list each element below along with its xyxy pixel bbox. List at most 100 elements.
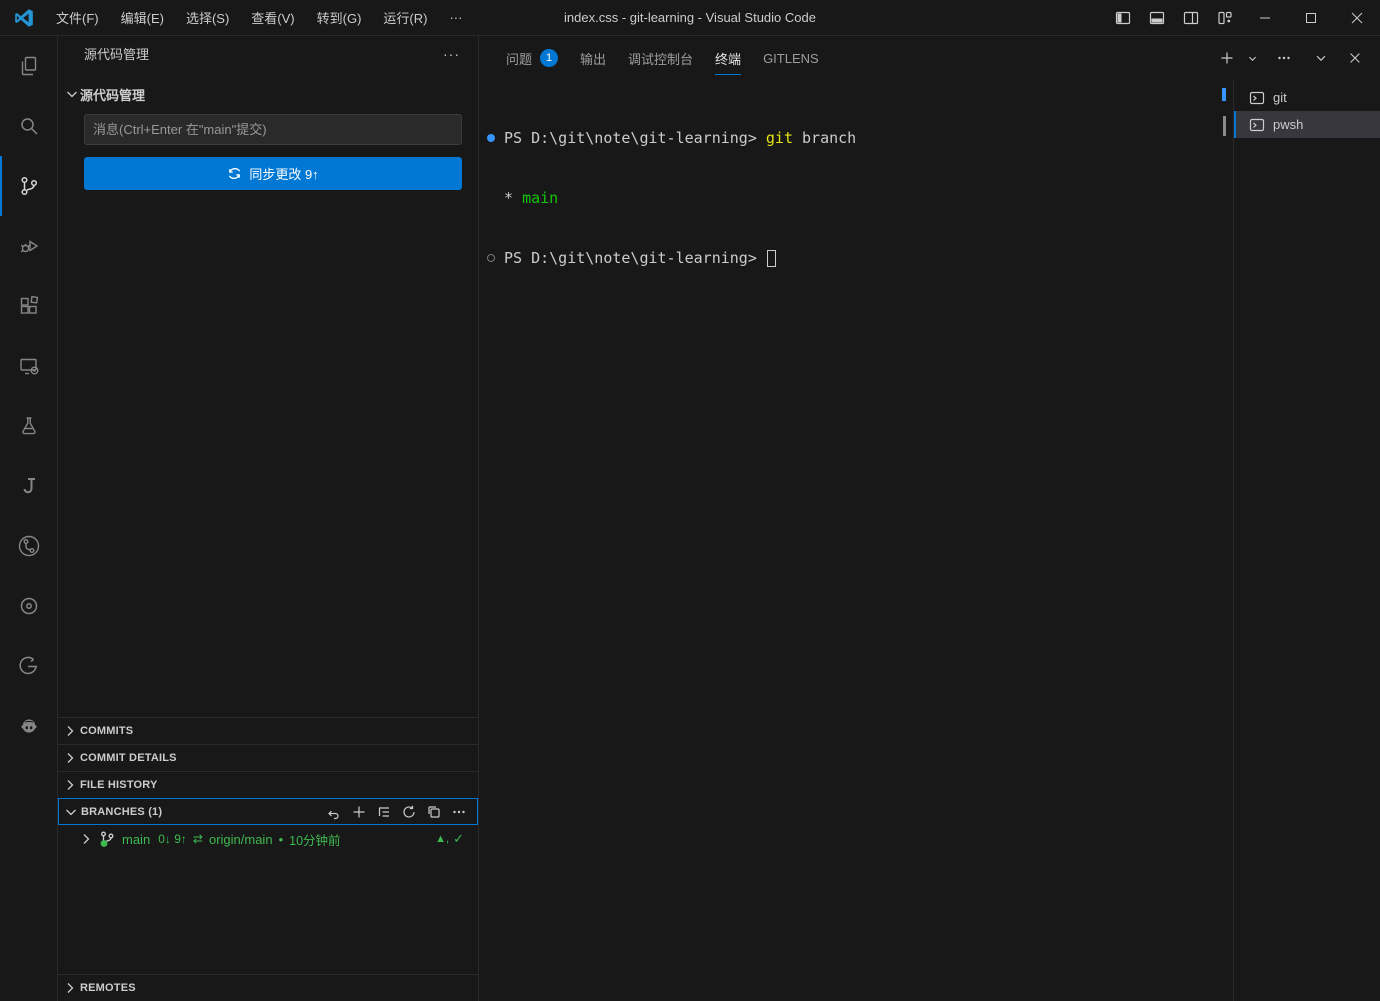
search-icon[interactable] [0, 96, 57, 156]
gitlens-icon[interactable] [0, 516, 57, 576]
switch-branch-icon[interactable] [326, 804, 342, 820]
maximize-button[interactable] [1288, 0, 1334, 36]
section-file-history-label: FILE HISTORY [80, 779, 158, 791]
section-commit-details[interactable]: COMMIT DETAILS [58, 744, 478, 771]
close-panel-icon[interactable] [1344, 46, 1366, 70]
branch-status-check-icon: ✓ [453, 831, 464, 847]
panel-tab-bar: 问题 1 输出 调试控制台 终端 GITLENS [479, 36, 1380, 80]
vscode-logo-icon [13, 7, 35, 29]
toggle-secondary-sidebar-icon[interactable] [1174, 4, 1208, 32]
sync-changes-button[interactable]: 同步更改 9↑ [84, 157, 462, 190]
terminal-item-label: pwsh [1273, 117, 1303, 132]
menu-selection[interactable]: 选择(S) [175, 4, 240, 31]
create-branch-icon[interactable] [351, 804, 367, 820]
terminal-overview-ruler [1219, 80, 1233, 1001]
sidebar-empty-area [58, 190, 478, 717]
title-bar: 文件(F) 编辑(E) 选择(S) 查看(V) 转到(G) 运行(R) ··· … [0, 0, 1380, 36]
chevron-right-icon[interactable] [78, 831, 94, 847]
source-control-icon[interactable] [0, 156, 57, 216]
menu-file[interactable]: 文件(F) [45, 4, 110, 31]
branch-behind-ahead: 0↓ 9↑ [158, 832, 187, 846]
terminal-line-2: * main [504, 188, 558, 208]
section-commits[interactable]: COMMITS [58, 717, 478, 744]
commit-message-input[interactable] [84, 114, 462, 145]
chevron-right-icon [62, 777, 78, 793]
refresh-icon[interactable] [401, 804, 417, 820]
chevron-right-icon [62, 750, 78, 766]
tab-terminal[interactable]: 终端 [715, 36, 741, 81]
chevron-down-icon [63, 804, 79, 820]
terminal-output[interactable]: PS D:\git\note\git-learning> git branch … [479, 80, 1219, 1001]
sync-button-label: 同步更改 9↑ [249, 164, 318, 183]
tab-problems[interactable]: 问题 1 [506, 36, 558, 81]
terminal-icon [1249, 117, 1265, 133]
branch-name: main [122, 832, 150, 847]
customize-layout-icon[interactable] [1208, 4, 1242, 32]
section-remotes-label: REMOTES [80, 982, 136, 994]
command-prompt-ring-icon [487, 254, 495, 262]
panel-actions [1215, 46, 1380, 70]
activity-bar [0, 36, 58, 1001]
menu-goto[interactable]: 转到(G) [306, 4, 373, 31]
terminal-instance-list: git pwsh [1233, 80, 1380, 1001]
chevron-right-icon [62, 980, 78, 996]
sidebar-view-title: 源代码管理 [84, 44, 149, 63]
problems-count-badge: 1 [540, 49, 558, 67]
sidebar-source-control: 源代码管理 ··· 源代码管理 同步更改 9↑ [58, 36, 479, 1001]
terminal-cursor [767, 250, 776, 267]
tab-gitlens[interactable]: GITLENS [763, 38, 819, 79]
tab-problems-label: 问题 [506, 49, 532, 68]
tab-debug-console[interactable]: 调试控制台 [628, 36, 693, 81]
new-terminal-icon[interactable] [1215, 46, 1239, 70]
ai-assistant-icon[interactable] [0, 696, 57, 756]
extensions-icon[interactable] [0, 276, 57, 336]
explorer-icon[interactable] [0, 36, 57, 96]
section-branches[interactable]: BRANCHES (1) [58, 798, 478, 825]
gitlens-inspect-icon[interactable] [0, 576, 57, 636]
menu-edit[interactable]: 编辑(E) [110, 4, 175, 31]
vscode-window: 文件(F) 编辑(E) 选择(S) 查看(V) 转到(G) 运行(R) ··· … [0, 0, 1380, 1001]
more-actions-icon[interactable] [451, 804, 467, 820]
minimize-button[interactable] [1242, 0, 1288, 36]
remote-explorer-icon[interactable] [0, 336, 57, 396]
panel-more-actions-icon[interactable] [1272, 46, 1296, 70]
launch-profile-chevron-icon[interactable] [1243, 46, 1262, 70]
section-remotes[interactable]: REMOTES [58, 974, 478, 1001]
branch-status-triangle-icon: ▲, [435, 833, 449, 845]
chevron-down-icon [64, 86, 80, 102]
hide-panel-chevron-icon[interactable] [1310, 46, 1332, 70]
overview-scroll-mark[interactable] [1223, 116, 1226, 136]
chevron-right-icon [62, 723, 78, 739]
testing-icon[interactable] [0, 396, 57, 456]
git-branch-icon [98, 830, 116, 848]
terminal-line-3: PS D:\git\note\git-learning> [504, 248, 766, 268]
command-success-dot-icon [487, 134, 495, 142]
run-debug-icon[interactable] [0, 216, 57, 276]
terminal-item-label: git [1273, 90, 1287, 105]
toggle-panel-icon[interactable] [1140, 4, 1174, 32]
close-window-button[interactable] [1334, 0, 1380, 36]
toggle-sidebar-icon[interactable] [1106, 4, 1140, 32]
branch-row-main[interactable]: main 0↓ 9↑ ⇄ origin/main • 10分钟前 ▲, ✓ [58, 825, 478, 853]
scm-section-header[interactable]: 源代码管理 [58, 83, 478, 105]
section-file-history[interactable]: FILE HISTORY [58, 771, 478, 798]
menu-view[interactable]: 查看(V) [240, 4, 305, 31]
branch-sync-icon: ⇄ [193, 832, 203, 846]
j-extension-icon[interactable] [0, 456, 57, 516]
section-commit-details-label: COMMIT DETAILS [80, 752, 177, 764]
terminal-item-pwsh[interactable]: pwsh [1234, 111, 1380, 138]
tab-output[interactable]: 输出 [580, 36, 606, 81]
menu-more[interactable]: ··· [438, 6, 473, 29]
branch-time: 10分钟前 [289, 830, 340, 849]
terminal-line-1: PS D:\git\note\git-learning> git branch [504, 128, 856, 148]
menu-run[interactable]: 运行(R) [372, 4, 438, 31]
branch-separator: • [279, 832, 284, 847]
branches-section-body [58, 853, 478, 974]
expand-all-icon[interactable] [426, 804, 442, 820]
g-arrow-extension-icon[interactable] [0, 636, 57, 696]
menu-bar: 文件(F) 编辑(E) 选择(S) 查看(V) 转到(G) 运行(R) ··· [45, 4, 473, 31]
sidebar-more-actions-icon[interactable]: ··· [443, 46, 460, 62]
list-tree-icon[interactable] [376, 804, 392, 820]
terminal-item-git[interactable]: git [1234, 84, 1380, 111]
terminal-icon [1249, 90, 1265, 106]
